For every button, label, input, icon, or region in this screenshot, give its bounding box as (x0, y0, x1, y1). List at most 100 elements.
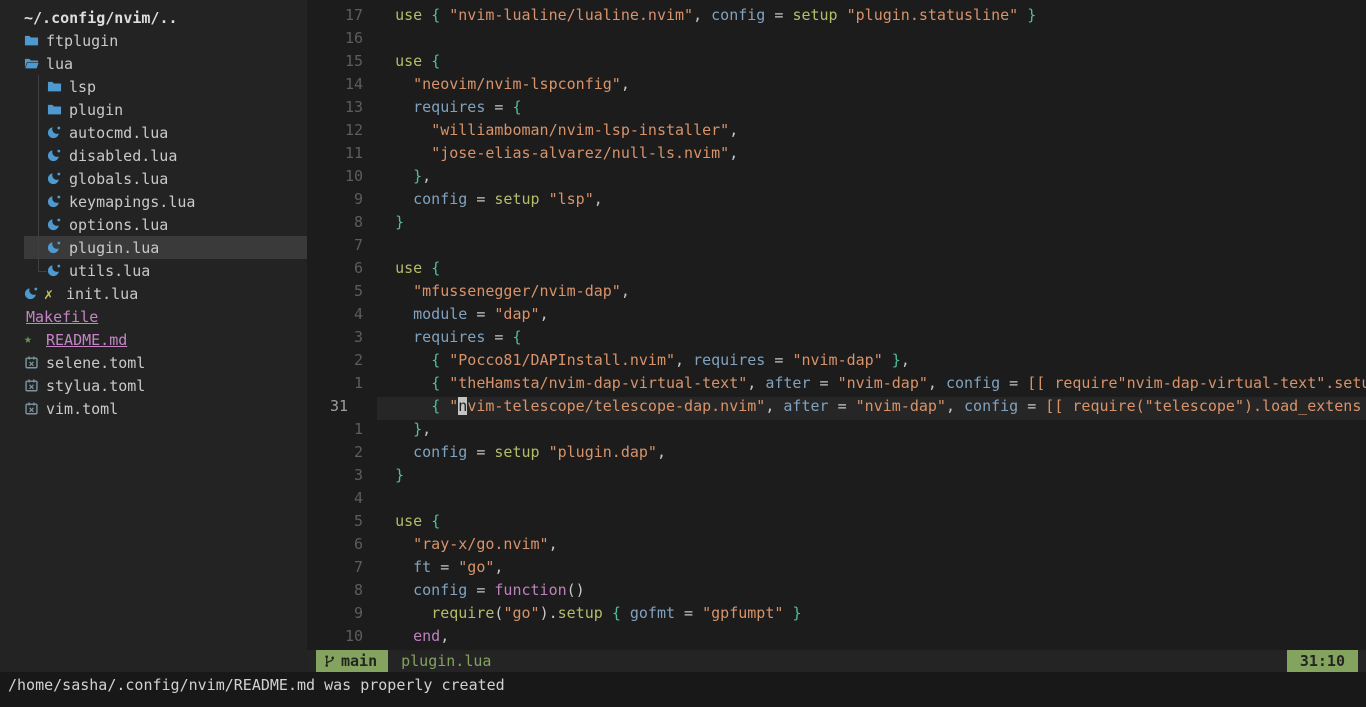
line-text: "ray-x/go.nvim", (377, 535, 1366, 558)
sidebar-item-globals-lua[interactable]: globals.lua (24, 167, 307, 190)
sidebar-item-plugin[interactable]: plugin (24, 98, 307, 121)
sidebar-item-Makefile[interactable]: Makefile (24, 305, 307, 328)
line-number: 1 (307, 374, 377, 397)
line-number: 13 (307, 98, 377, 121)
line-text: { "theHamsta/nvim-dap-virtual-text", aft… (377, 374, 1366, 397)
lua-icon (24, 286, 44, 301)
line-number: 10 (307, 627, 377, 650)
code-line[interactable]: 9 config = setup "lsp", (307, 190, 1366, 213)
line-number: 31 (307, 397, 377, 420)
sidebar-item-selene-toml[interactable]: selene.toml (24, 351, 307, 374)
code-buffer[interactable]: 1 7 use { "nvim-lualine/lualine.nvim", co… (307, 0, 1366, 650)
code-line[interactable]: 1 }, (307, 420, 1366, 443)
line-text: config = setup "lsp", (377, 190, 1366, 213)
line-number: 8 (307, 213, 377, 236)
sidebar-item-stylua-toml[interactable]: stylua.toml (24, 374, 307, 397)
code-line-current[interactable]: 31 { "nvim-telescope/telescope-dap.nvim"… (307, 397, 1366, 420)
line-text: config = function() (377, 581, 1366, 604)
line-text: requires = { (377, 98, 1366, 121)
code-line[interactable]: 5 use { (307, 512, 1366, 535)
code-line[interactable]: 15 use { (307, 52, 1366, 75)
code-line[interactable]: 7 ft = "go", (307, 558, 1366, 581)
line-text: } (377, 213, 1366, 236)
line-number: 14 (307, 75, 377, 98)
tree-indent-guide (38, 98, 47, 121)
file-name: disabled.lua (69, 147, 177, 165)
code-line[interactable]: 2 config = setup "plugin.dap", (307, 443, 1366, 466)
line-text: config = setup "plugin.dap", (377, 443, 1366, 466)
line-text: "jose-elias-alvarez/null-ls.nvim", (377, 144, 1366, 167)
file-name: autocmd.lua (69, 124, 168, 142)
line-number: 16 (307, 29, 377, 52)
sidebar-item-autocmd-lua[interactable]: autocmd.lua (24, 121, 307, 144)
line-number: 4 (307, 305, 377, 328)
file-name: vim.toml (46, 400, 118, 418)
code-line[interactable]: 5 "mfussenegger/nvim-dap", (307, 282, 1366, 305)
code-line[interactable]: 17 use { "nvim-lualine/lualine.nvim", co… (307, 6, 1366, 29)
file-tree: ftpluginlua lsp plugin autocmd.lua disabled.… (0, 29, 307, 420)
sidebar-item-utils-lua[interactable]: utils.lua (24, 259, 307, 282)
code-line[interactable]: 10 }, (307, 167, 1366, 190)
line-text: use { (377, 259, 1366, 282)
code-line[interactable]: 4 (307, 489, 1366, 512)
code-line[interactable]: 4 module = "dap", (307, 305, 1366, 328)
code-line[interactable]: 8 config = function() (307, 581, 1366, 604)
lua-icon (47, 240, 67, 255)
sidebar-item-vim-toml[interactable]: vim.toml (24, 397, 307, 420)
line-number: 9 (307, 604, 377, 627)
line-number: 6 (307, 259, 377, 282)
code-line[interactable]: 16 (307, 29, 1366, 52)
file-name: Makefile (26, 308, 98, 326)
code-line[interactable]: 12 "williamboman/nvim-lsp-installer", (307, 121, 1366, 144)
file-explorer: ~/.config/nvim/.. ftpluginlua lsp plugin au… (0, 0, 307, 672)
sidebar-item-lua[interactable]: lua (24, 52, 307, 75)
toml-icon (24, 401, 44, 416)
line-number: 15 (307, 52, 377, 75)
tree-indent-guide (38, 75, 47, 98)
code-line[interactable]: 9 require("go").setup { gofmt = "gpfumpt… (307, 604, 1366, 627)
code-line[interactable]: 7 (307, 236, 1366, 259)
file-name: plugin.lua (69, 239, 159, 257)
line-text: { "Pocco81/DAPInstall.nvim", requires = … (377, 351, 1366, 374)
toml-icon (24, 355, 44, 370)
sidebar-item-init-lua[interactable]: ✗init.lua (24, 282, 307, 305)
tree-indent-guide (38, 236, 47, 259)
code-line[interactable]: 10 end, (307, 627, 1366, 650)
code-line[interactable]: 14 "neovim/nvim-lspconfig", (307, 75, 1366, 98)
line-text: } (377, 466, 1366, 489)
tree-root-path[interactable]: ~/.config/nvim/.. (24, 6, 307, 29)
code-line[interactable]: 2 { "Pocco81/DAPInstall.nvim", requires … (307, 351, 1366, 374)
line-number: 4 (307, 489, 377, 512)
code-line[interactable]: 3 requires = { (307, 328, 1366, 351)
code-line[interactable]: 11 "jose-elias-alvarez/null-ls.nvim", (307, 144, 1366, 167)
line-text: }, (377, 420, 1366, 443)
sidebar-item-keymapings-lua[interactable]: keymapings.lua (24, 190, 307, 213)
code-line[interactable]: 6 "ray-x/go.nvim", (307, 535, 1366, 558)
lua-icon (47, 148, 67, 163)
sidebar-item-options-lua[interactable]: options.lua (24, 213, 307, 236)
code-line[interactable]: 6 use { (307, 259, 1366, 282)
code-line[interactable]: 1 { "theHamsta/nvim-dap-virtual-text", a… (307, 374, 1366, 397)
file-name: utils.lua (69, 262, 150, 280)
line-text: use { "nvim-lualine/lualine.nvim", confi… (377, 6, 1366, 29)
statusline-filename: plugin.lua (401, 652, 491, 670)
lua-icon (47, 194, 67, 209)
code-line[interactable]: 3 } (307, 466, 1366, 489)
sidebar-item-plugin-lua[interactable]: plugin.lua (24, 236, 307, 259)
text-cursor: n (458, 397, 467, 415)
sidebar-item-ftplugin[interactable]: ftplugin (24, 29, 307, 52)
file-name: README.md (46, 331, 127, 349)
line-text: "mfussenegger/nvim-dap", (377, 282, 1366, 305)
file-name: lsp (69, 78, 96, 96)
code-line[interactable]: 13 requires = { (307, 98, 1366, 121)
sidebar-item-lsp[interactable]: lsp (24, 75, 307, 98)
command-line-message: /home/sasha/.config/nvim/README.md was p… (0, 672, 1366, 707)
code-line[interactable]: 8 } (307, 213, 1366, 236)
line-text: requires = { (377, 328, 1366, 351)
sidebar-item-README-md[interactable]: ★README.md (24, 328, 307, 351)
tree-indent-guide (38, 259, 47, 272)
line-text: require("go").setup { gofmt = "gpfumpt" … (377, 604, 1366, 627)
line-number: 7 (307, 558, 377, 581)
sidebar-item-disabled-lua[interactable]: disabled.lua (24, 144, 307, 167)
line-number: 9 (307, 190, 377, 213)
